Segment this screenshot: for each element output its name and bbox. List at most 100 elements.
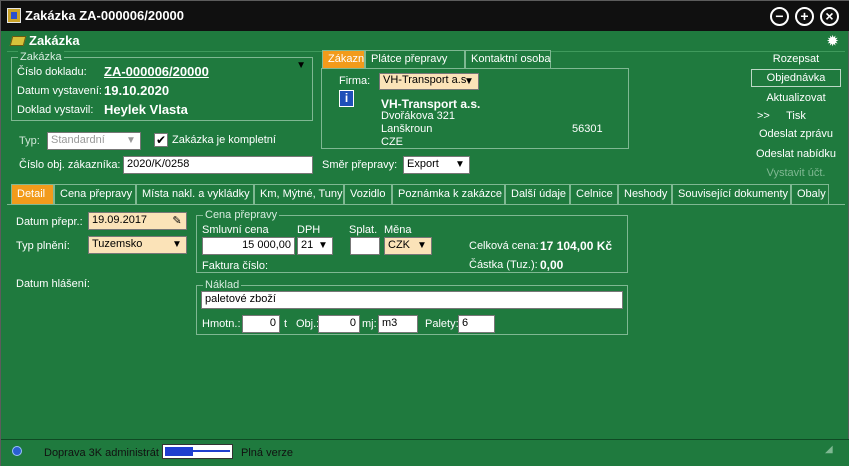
faktura-cislo-label: Faktura číslo: xyxy=(202,260,269,272)
chevron-down-icon: ▼ xyxy=(172,239,182,250)
datum-vystaveni-label: Datum vystavení: xyxy=(17,85,102,97)
typ-plneni-label: Typ plnění: xyxy=(16,240,70,252)
smer-select[interactable]: Export ▼ xyxy=(403,156,470,174)
collapse-arrow-icon[interactable]: ▼ xyxy=(296,60,306,71)
tab-poznamka[interactable]: Poznámka k zakázce xyxy=(392,184,505,205)
progress-line xyxy=(193,450,230,452)
firma-select-value: VH-Transport a.s xyxy=(383,74,467,86)
mena-select[interactable]: CZK ▼ xyxy=(384,237,432,255)
naklad-popis-input[interactable]: paletové zboží xyxy=(201,291,623,309)
mena-label: Měna xyxy=(384,224,412,236)
status-bar: Doprava 3K administrát Plná verze ◢ xyxy=(1,439,849,466)
odeslat-zpravu-button[interactable]: Odeslat zprávu xyxy=(751,126,841,144)
tab-cena-prepravy[interactable]: Cena přepravy xyxy=(54,184,136,205)
customer-panel: Firma: VH-Transport a.s ▼ i VH-Transport… xyxy=(321,68,629,149)
tab-obaly[interactable]: Obaly xyxy=(791,184,829,205)
tab-zakaznik[interactable]: Zákazník xyxy=(322,50,373,68)
doklad-vystavil-label: Doklad vystavil: xyxy=(17,104,94,116)
status-user: Doprava 3K administrát xyxy=(44,447,159,459)
form-caption: Zakázka xyxy=(29,33,80,48)
order-icon xyxy=(9,36,27,46)
naklad-group: Náklad paletové zboží Hmotn.: 0 t Obj.: … xyxy=(196,279,628,335)
cislo-obj-label: Číslo obj. zákazníka: xyxy=(19,159,121,171)
dph-value: 21 xyxy=(301,239,314,251)
mena-value: CZK xyxy=(388,239,410,251)
smer-label: Směr přepravy: xyxy=(322,159,398,171)
progress-bar xyxy=(162,444,233,459)
chevron-down-icon: ▼ xyxy=(464,76,474,87)
chevron-down-icon: ▼ xyxy=(318,240,328,251)
tab-souvisejici-dokumenty[interactable]: Související dokumenty xyxy=(672,184,791,205)
tab-dalsi-udaje[interactable]: Další údaje xyxy=(505,184,570,205)
aktualizovat-button[interactable]: Aktualizovat xyxy=(751,90,841,108)
datum-hlaseni-label: Datum hlášení: xyxy=(16,278,90,290)
smer-value: Export xyxy=(407,158,439,170)
customer-name: VH-Transport a.s. xyxy=(381,97,481,111)
customer-street: Dvořákova 321 xyxy=(381,110,455,122)
tab-celnice[interactable]: Celnice xyxy=(570,184,618,205)
tab-neshody[interactable]: Neshody xyxy=(618,184,672,205)
typ-select[interactable]: Standardní ▼ xyxy=(47,132,141,150)
gear-icon[interactable]: ✹ xyxy=(826,32,839,50)
kompletni-label: Zakázka je kompletní xyxy=(172,134,276,146)
rozepsat-button[interactable]: Rozepsat xyxy=(751,51,841,69)
cislo-dokladu-label: Číslo dokladu: xyxy=(17,66,87,78)
splat-input[interactable] xyxy=(350,237,380,255)
castka-tuz-label: Částka (Tuz.): xyxy=(469,259,538,271)
objednavka-button[interactable]: Objednávka xyxy=(751,69,841,87)
palety-input[interactable]: 6 xyxy=(458,315,495,333)
cislo-obj-input[interactable]: 2020/K/0258 xyxy=(123,156,313,174)
tab-kontaktni-osoba[interactable]: Kontaktní osoba xyxy=(465,50,551,68)
firma-select[interactable]: VH-Transport a.s ▼ xyxy=(379,73,479,90)
title-bar: Zakázka ZA-000006/20000 − + × xyxy=(1,1,849,31)
app-icon xyxy=(7,8,21,23)
celkova-cena-label: Celková cena: xyxy=(469,240,539,252)
celkova-cena-value: 17 104,00 Kč xyxy=(540,239,613,253)
hmotnost-input[interactable]: 0 xyxy=(242,315,280,333)
objem-input[interactable]: 0 xyxy=(318,315,360,333)
tab-platce-prepravy[interactable]: Plátce přepravy xyxy=(365,50,465,68)
minimize-button[interactable]: − xyxy=(770,7,789,26)
maximize-button[interactable]: + xyxy=(795,7,814,26)
hmotnost-unit: t xyxy=(284,318,288,330)
datum-prepr-input[interactable]: 19.09.2017 ✎ xyxy=(88,212,187,230)
cislo-dokladu-value[interactable]: ZA-000006/20000 xyxy=(104,64,209,79)
info-icon[interactable]: i xyxy=(339,90,354,107)
resize-grip-icon[interactable]: ◢ xyxy=(825,444,835,458)
smluvni-cena-label: Smluvní cena xyxy=(202,224,269,236)
customer-zip: 56301 xyxy=(572,123,603,135)
status-version: Plná verze xyxy=(241,447,293,459)
calendar-icon[interactable]: ✎ xyxy=(170,214,184,228)
chevron-down-icon: ▼ xyxy=(455,159,465,170)
form-header: Zakázka ✹ xyxy=(7,31,845,51)
zakazka-group: Zakázka ▼ Číslo dokladu: ZA-000006/20000… xyxy=(11,51,313,121)
user-icon xyxy=(12,446,22,456)
datum-vystaveni-value: 19.10.2020 xyxy=(104,83,170,98)
tab-vozidlo[interactable]: Vozidlo xyxy=(344,184,392,205)
odeslat-nabidku-button[interactable]: Odeslat nabídku xyxy=(751,146,841,164)
tisk-button[interactable]: Tisk xyxy=(751,108,841,126)
close-button[interactable]: × xyxy=(820,7,839,26)
vystavit-ucet-button[interactable]: Vystavit účt. xyxy=(751,165,841,183)
dph-select[interactable]: 21 ▼ xyxy=(297,237,333,255)
mj-input[interactable]: m3 xyxy=(378,315,418,333)
tab-detail[interactable]: Detail xyxy=(11,184,54,205)
typ-value: Standardní xyxy=(51,134,105,146)
kompletni-checkbox[interactable]: ✔ xyxy=(154,133,168,147)
customer-country: CZE xyxy=(381,136,403,148)
doklad-vystavil-value: Heylek Vlasta xyxy=(104,102,188,117)
smluvni-cena-input[interactable]: 15 000,00 xyxy=(202,237,295,255)
tab-mista-nakladky[interactable]: Místa nakl. a vykládky xyxy=(136,184,254,205)
zakazka-legend: Zakázka xyxy=(18,51,64,63)
cena-prepravy-group: Cena přepravy Smluvní cena 15 000,00 DPH… xyxy=(196,209,628,273)
objem-label: Obj.: xyxy=(296,318,320,330)
typ-plneni-select[interactable]: Tuzemsko ▼ xyxy=(88,236,187,254)
castka-tuz-value: 0,00 xyxy=(540,258,564,272)
datum-prepr-value: 19.09.2017 xyxy=(92,214,148,226)
dph-label: DPH xyxy=(297,224,321,236)
typ-plneni-value: Tuzemsko xyxy=(92,238,143,250)
window-title: Zakázka ZA-000006/20000 xyxy=(25,8,185,23)
splat-label: Splat. xyxy=(349,224,378,236)
typ-label: Typ: xyxy=(19,135,40,147)
tab-km-mytne-tuny[interactable]: Km, Mýtné, Tuny xyxy=(254,184,344,205)
